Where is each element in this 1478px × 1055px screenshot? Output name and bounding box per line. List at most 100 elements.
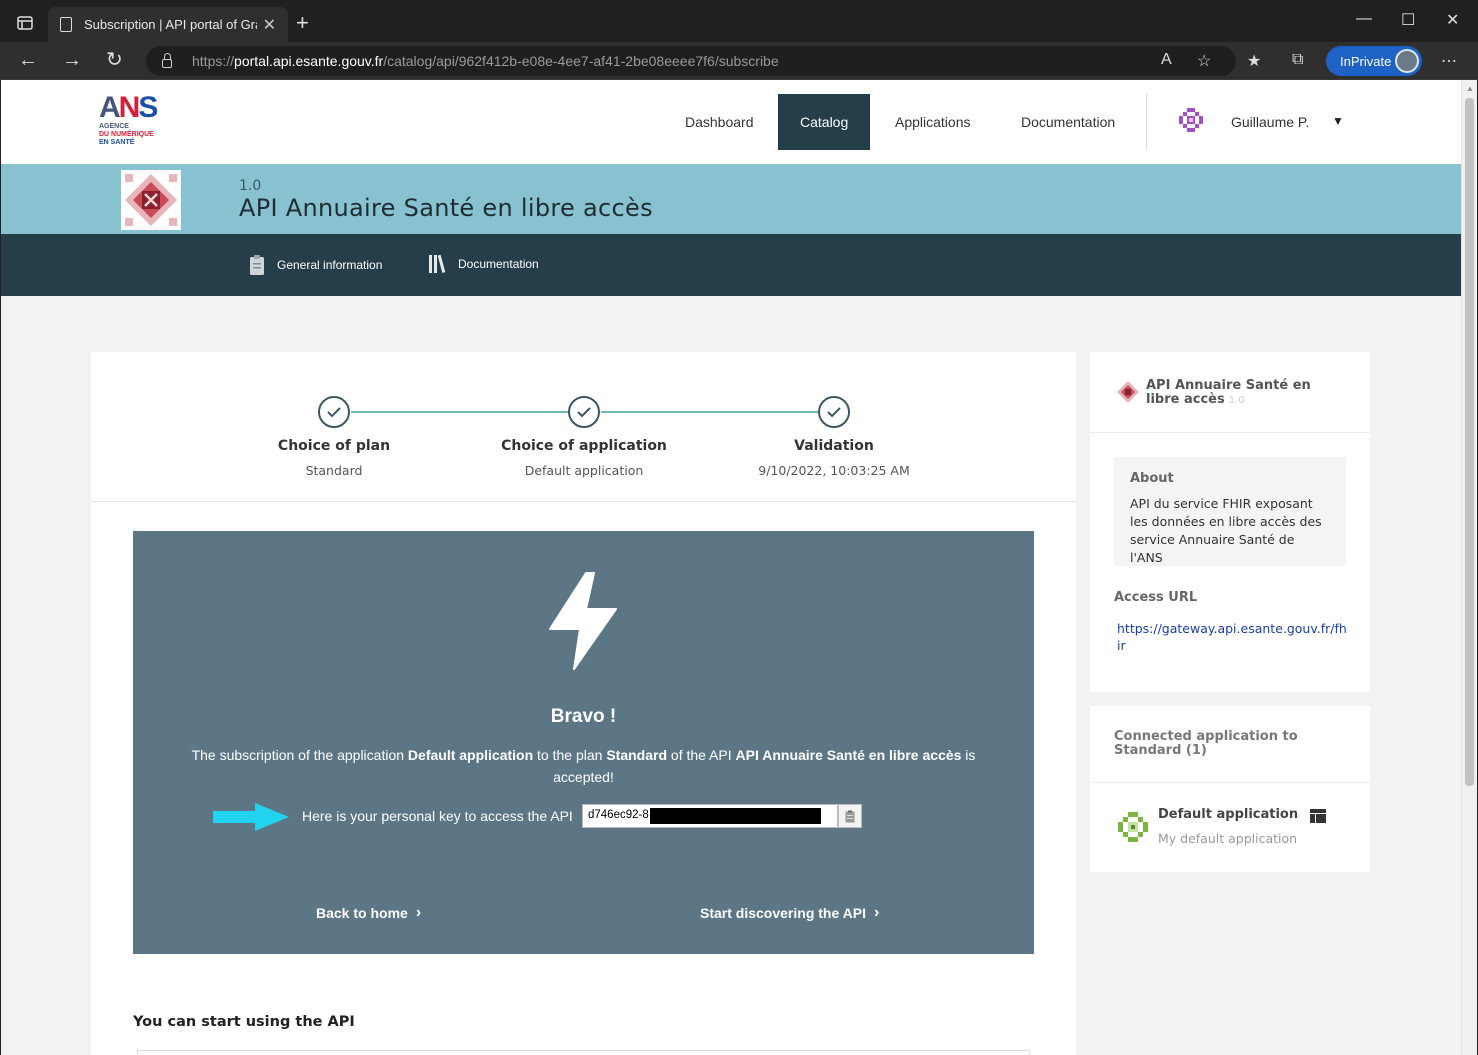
- settings-more-icon[interactable]: ⋯: [1441, 51, 1457, 71]
- api-summary-card: API Annuaire Santé en libre accès 1.0 Abo…: [1090, 352, 1370, 692]
- close-window-button[interactable]: ✕: [1446, 10, 1459, 30]
- lightning-bolt-icon: [549, 572, 617, 670]
- subnav-general-information[interactable]: General information: [249, 254, 382, 276]
- code-block: [137, 1050, 1030, 1055]
- logo-mark: ANS: [99, 91, 158, 124]
- step-1-subtitle: Standard: [305, 463, 363, 478]
- tab-close-icon[interactable]: ✕: [263, 15, 276, 35]
- nav-dashboard[interactable]: Dashboard: [663, 94, 776, 150]
- scrollbar-thumb[interactable]: [1465, 98, 1474, 786]
- user-avatar-icon[interactable]: [1177, 106, 1205, 134]
- subnav-documentation[interactable]: Documentation: [428, 254, 539, 274]
- url-path: /catalog/api/962f412b-e08e-4ee7-af41-2be…: [383, 53, 779, 69]
- ans-logo[interactable]: ANS AGENCE DU NUMÉRIQUE EN SANTÉ: [99, 93, 163, 149]
- inprivate-badge[interactable]: InPrivate: [1326, 46, 1422, 76]
- new-tab-button[interactable]: +: [296, 12, 309, 34]
- back-to-home-label: Back to home: [316, 905, 408, 921]
- start-discovering-link[interactable]: Start discovering the API ›: [700, 904, 879, 922]
- site-header: ANS AGENCE DU NUMÉRIQUE EN SANTÉ Dashboa…: [1, 80, 1461, 164]
- api-logo-icon: [125, 174, 177, 226]
- about-heading: About: [1130, 471, 1174, 486]
- profile-avatar: [1395, 49, 1419, 73]
- url-field[interactable]: https://portal.api.esante.gouv.fr/catalo…: [146, 46, 1236, 76]
- subscription-card: Choice of plan Standard Choice of applic…: [91, 352, 1076, 1055]
- favorites-icon[interactable]: ★: [1247, 51, 1261, 71]
- lock-icon: [162, 52, 172, 68]
- page-viewport: ANS AGENCE DU NUMÉRIQUE EN SANTÉ Dashboa…: [1, 80, 1461, 1055]
- maximize-button[interactable]: ☐: [1401, 10, 1415, 30]
- default-app-avatar-icon: [1118, 812, 1148, 842]
- back-arrow-icon[interactable]: ←: [18, 50, 38, 70]
- msg-text-2: to the plan: [533, 747, 607, 763]
- access-url-heading: Access URL: [1114, 590, 1198, 605]
- success-panel: Bravo ! The subscription of the applicat…: [133, 531, 1034, 954]
- user-name[interactable]: Guillaume P.: [1231, 114, 1309, 130]
- side-divider: [1090, 432, 1370, 433]
- logo-line-2: DU NUMÉRIQUE: [99, 131, 154, 138]
- api-key-field[interactable]: d746ec92-8: [582, 804, 838, 828]
- api-subnav: General information Documentation: [1, 234, 1461, 296]
- api-small-logo-icon: [1117, 381, 1139, 403]
- subnav-documentation-label: Documentation: [458, 257, 539, 271]
- clipboard-icon: [250, 255, 264, 275]
- tab-actions-icon: [17, 16, 33, 30]
- subnav-general-information-label: General information: [277, 258, 383, 272]
- msg-text-3: of the API: [667, 747, 736, 763]
- api-title: API Annuaire Santé en libre accès: [239, 194, 653, 222]
- connected-app-name[interactable]: Default application: [1158, 807, 1298, 822]
- back-to-home-link[interactable]: Back to home ›: [316, 904, 421, 922]
- stepper-line-2: [601, 411, 819, 413]
- step-1-check-icon: [318, 396, 350, 428]
- api-key-label: Here is your personal key to access the …: [302, 808, 573, 824]
- tab-title: Subscription | API portal of Gravi: [84, 17, 257, 32]
- browser-address-bar: ← → ↻ https://portal.api.esante.gouv.fr /…: [0, 42, 1478, 80]
- step-2-check-icon: [568, 396, 600, 428]
- about-box: About API du service FHIR exposant les d…: [1114, 457, 1346, 566]
- copy-key-button[interactable]: [838, 804, 862, 828]
- open-app-icon[interactable]: [1310, 809, 1326, 823]
- about-text: API du service FHIR exposant les données…: [1130, 496, 1322, 565]
- msg-api: API Annuaire Santé en libre accès: [735, 747, 962, 763]
- refresh-icon[interactable]: ↻: [106, 50, 123, 70]
- collections-icon[interactable]: ⧉: [1292, 51, 1303, 69]
- card-divider: [91, 501, 1076, 502]
- api-version: 1.0: [239, 178, 262, 194]
- step-3-subtitle: 9/10/2022, 10:03:25 AM: [758, 463, 910, 478]
- highlight-arrow-icon: [213, 803, 289, 831]
- nav-catalog[interactable]: Catalog: [778, 94, 871, 150]
- nav-applications[interactable]: Applications: [873, 94, 993, 150]
- user-menu-caret-icon[interactable]: ▼: [1332, 114, 1344, 128]
- connected-app-heading: Connected application to Standard (1): [1114, 729, 1298, 758]
- logo-line-1: AGENCE: [99, 123, 129, 130]
- success-heading: Bravo !: [550, 706, 617, 727]
- api-banner: 1.0 API Annuaire Santé en libre accès: [1, 164, 1461, 234]
- url-scheme: https://: [192, 53, 235, 69]
- forward-arrow-icon[interactable]: →: [62, 50, 82, 70]
- scroll-up-icon[interactable]: ▲: [1466, 84, 1474, 93]
- tab-actions-button[interactable]: [8, 10, 42, 36]
- connected-app-card: Connected application to Standard (1) De…: [1090, 706, 1370, 872]
- nav-documentation[interactable]: Documentation: [999, 94, 1137, 150]
- step-1-title: Choice of plan: [277, 438, 391, 454]
- add-favorite-icon[interactable]: ☆: [1197, 51, 1211, 71]
- page-icon: [60, 17, 72, 32]
- page-scrollbar[interactable]: ▲: [1461, 80, 1477, 1055]
- api-key-redaction: [650, 808, 821, 824]
- api-thumbnail: [121, 170, 181, 230]
- step-3-title: Validation: [794, 438, 874, 454]
- browser-tab-active[interactable]: Subscription | API portal of Gravi ✕: [48, 7, 288, 42]
- stepper-line-1: [351, 411, 569, 413]
- chevron-right-icon: ›: [873, 904, 880, 921]
- read-aloud-icon[interactable]: A: [1161, 51, 1172, 69]
- step-2-subtitle: Default application: [524, 463, 644, 478]
- msg-plan: Standard: [606, 747, 668, 763]
- start-discovering-label: Start discovering the API: [700, 905, 866, 921]
- nav-divider: [1146, 94, 1147, 150]
- side-api-version: 1.0: [1228, 395, 1245, 406]
- minimize-button[interactable]: —: [1356, 10, 1372, 28]
- access-url-link[interactable]: https://gateway.api.esante.gouv.fr/fhir: [1117, 620, 1347, 654]
- step-2-title: Choice of application: [501, 438, 667, 454]
- url-host: portal.api.esante.gouv.fr: [234, 53, 384, 69]
- books-icon: [429, 254, 446, 273]
- logo-line-3: EN SANTÉ: [99, 139, 135, 146]
